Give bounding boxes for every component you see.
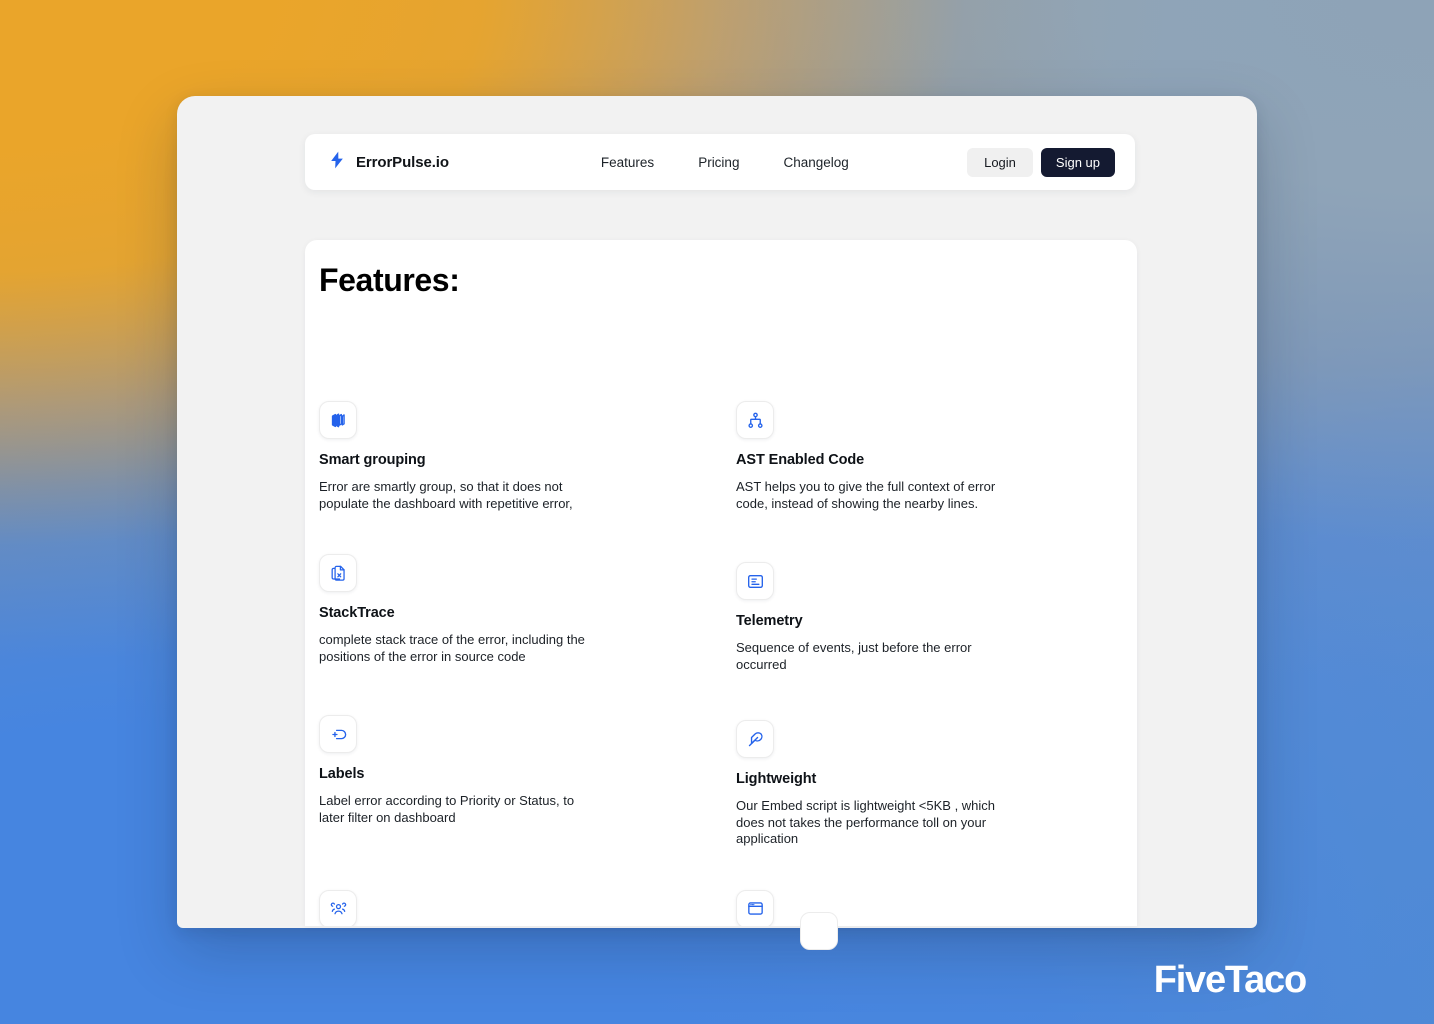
- features-grid: Smart grouping Error are smartly group, …: [305, 323, 1137, 926]
- stacked-layers-icon: [319, 401, 357, 439]
- features-content-card: Features: Smart grouping Error are smart…: [305, 240, 1137, 926]
- feature-description: Error are smartly group, so that it does…: [319, 479, 573, 511]
- node-tree-icon: [736, 401, 774, 439]
- note-list-icon: [736, 562, 774, 600]
- file-code-icon: [319, 554, 357, 592]
- feature-description: Our Embed script is lightweight <5KB , w…: [736, 798, 996, 846]
- fivetaco-watermark: FiveTaco: [1153, 959, 1308, 1001]
- feature-item-telemetry: Telemetry Sequence of events, just befor…: [736, 512, 1123, 673]
- feature-title: StackTrace: [319, 605, 395, 621]
- feature-title: Telemetry: [736, 613, 803, 629]
- login-button[interactable]: Login: [967, 147, 1033, 177]
- nav-link-features[interactable]: Features: [601, 155, 654, 170]
- feature-item-lightweight: Lightweight Our Embed script is lightwei…: [736, 673, 1123, 848]
- signup-button[interactable]: Sign up: [1040, 147, 1115, 177]
- feature-title: AST Enabled Code: [736, 452, 865, 468]
- tag-plus-icon: [319, 715, 357, 753]
- lightning-bolt-icon: [327, 150, 347, 175]
- nav-links: Features Pricing Changelog: [601, 155, 849, 170]
- feather-icon: [736, 720, 774, 758]
- next-feature-icon-tile-partial: [800, 912, 838, 950]
- page-title: Features:: [319, 262, 460, 298]
- site-navbar: ErrorPulse.io Features Pricing Changelog…: [305, 134, 1135, 190]
- feature-title: Smart grouping: [319, 452, 426, 468]
- feature-title: Lightweight: [736, 771, 817, 787]
- feature-description: AST helps you to give the full context o…: [736, 479, 996, 511]
- feature-item-stacktrace: StackTrace complete stack trace of the e…: [319, 512, 736, 673]
- browser-window-icon: [736, 889, 774, 926]
- feature-description: Label error according to Priority or Sta…: [319, 793, 575, 825]
- feature-description: Sequence of events, just before the erro…: [736, 640, 972, 672]
- nav-actions: Login Sign up: [967, 147, 1119, 177]
- feature-item-labels: Labels Label error according to Priority…: [319, 673, 736, 848]
- feature-item-smart-grouping: Smart grouping Error are smartly group, …: [319, 323, 736, 512]
- feature-item-ast-enabled-code: AST Enabled Code AST helps you to give t…: [736, 323, 1123, 512]
- feature-item-unlimited-application: Unlimited Application In PRO account, yo…: [736, 848, 1123, 926]
- feature-item-multiple-user: Multiple User One application, can be sh…: [319, 848, 736, 926]
- nav-link-changelog[interactable]: Changelog: [783, 155, 848, 170]
- brand-name: ErrorPulse.io: [356, 153, 449, 171]
- brand-logo[interactable]: ErrorPulse.io: [327, 150, 449, 175]
- feature-description: complete stack trace of the error, inclu…: [319, 632, 585, 664]
- feature-title: Labels: [319, 766, 365, 782]
- nav-link-pricing[interactable]: Pricing: [698, 155, 739, 170]
- users-group-icon: [319, 889, 357, 926]
